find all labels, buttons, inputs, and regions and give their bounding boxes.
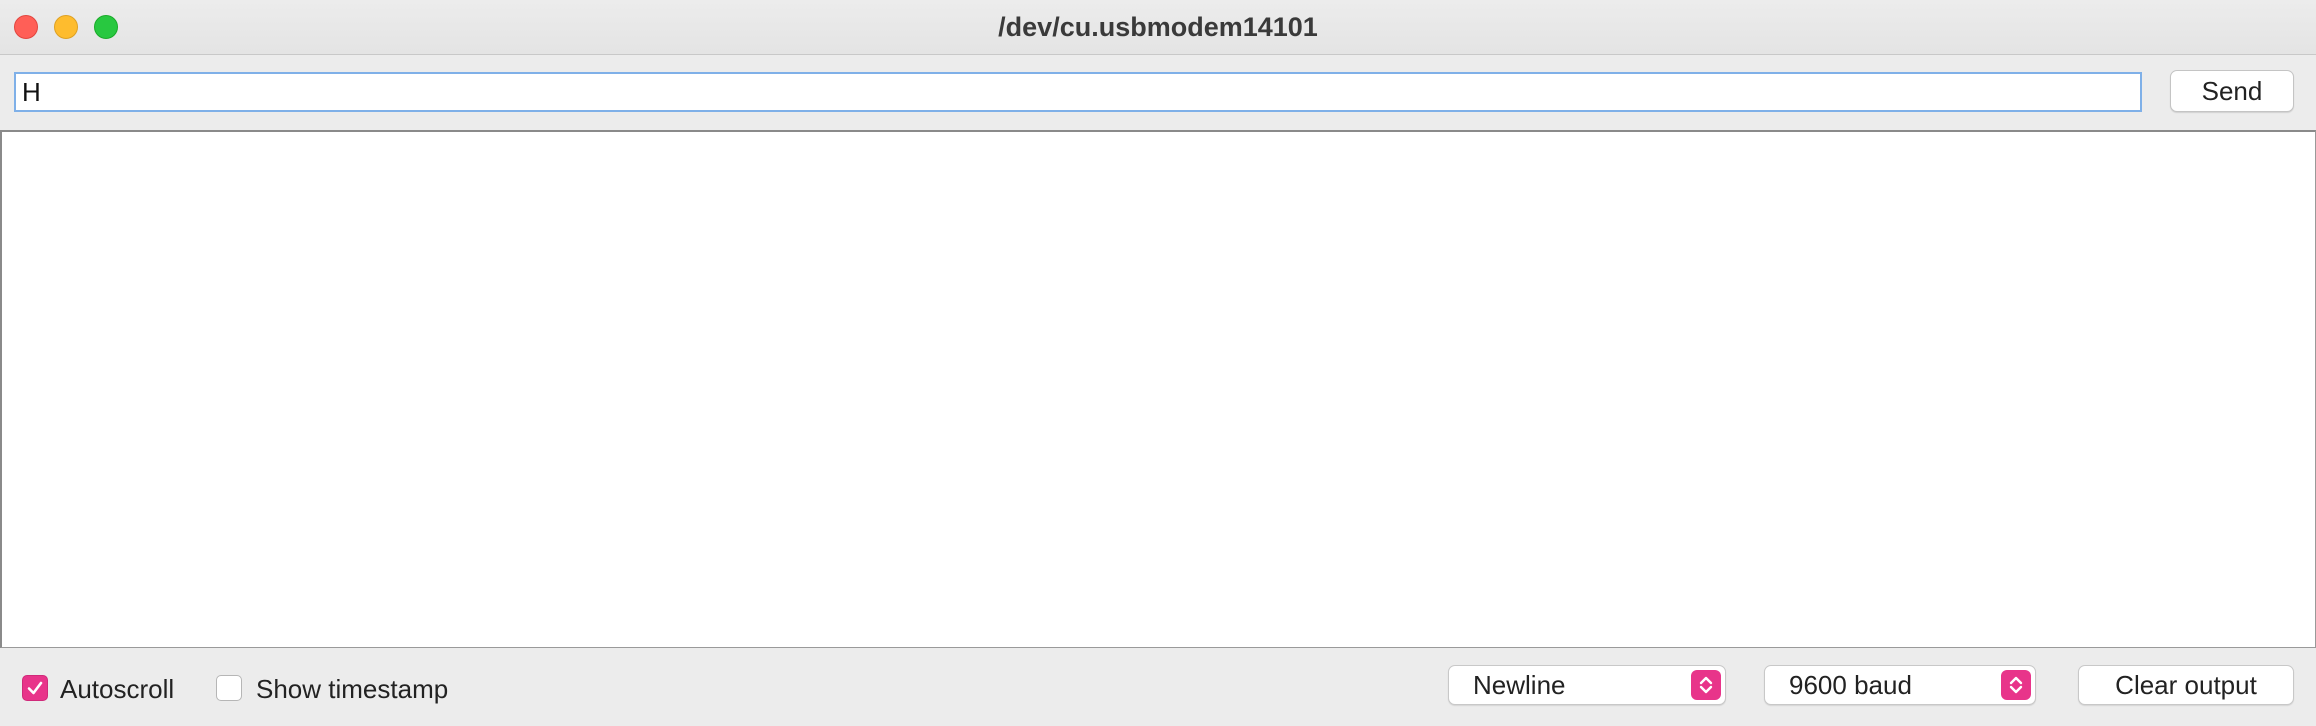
serial-send-input[interactable] bbox=[14, 72, 2142, 112]
chevron-up-down-icon bbox=[2001, 670, 2031, 700]
show-timestamp-checkbox[interactable] bbox=[216, 675, 242, 701]
line-ending-value: Newline bbox=[1473, 670, 1566, 700]
serial-output-area[interactable] bbox=[0, 130, 2316, 648]
clear-output-button[interactable]: Clear output bbox=[2078, 665, 2294, 705]
checkmark-icon bbox=[27, 681, 43, 695]
title-bar[interactable]: /dev/cu.usbmodem14101 bbox=[0, 0, 2316, 55]
show-timestamp-label[interactable]: Show timestamp bbox=[256, 674, 448, 704]
line-ending-select[interactable]: Newline bbox=[1448, 665, 1726, 705]
baud-rate-select[interactable]: 9600 baud bbox=[1764, 665, 2036, 705]
autoscroll-label[interactable]: Autoscroll bbox=[60, 674, 174, 704]
baud-rate-value: 9600 baud bbox=[1789, 670, 1912, 700]
send-button[interactable]: Send bbox=[2170, 70, 2294, 112]
autoscroll-checkbox[interactable] bbox=[22, 675, 48, 701]
chevron-up-down-icon bbox=[1691, 670, 1721, 700]
serial-monitor-window: /dev/cu.usbmodem14101 Send Autoscroll Sh… bbox=[0, 0, 2316, 726]
window-title: /dev/cu.usbmodem14101 bbox=[998, 12, 1318, 42]
